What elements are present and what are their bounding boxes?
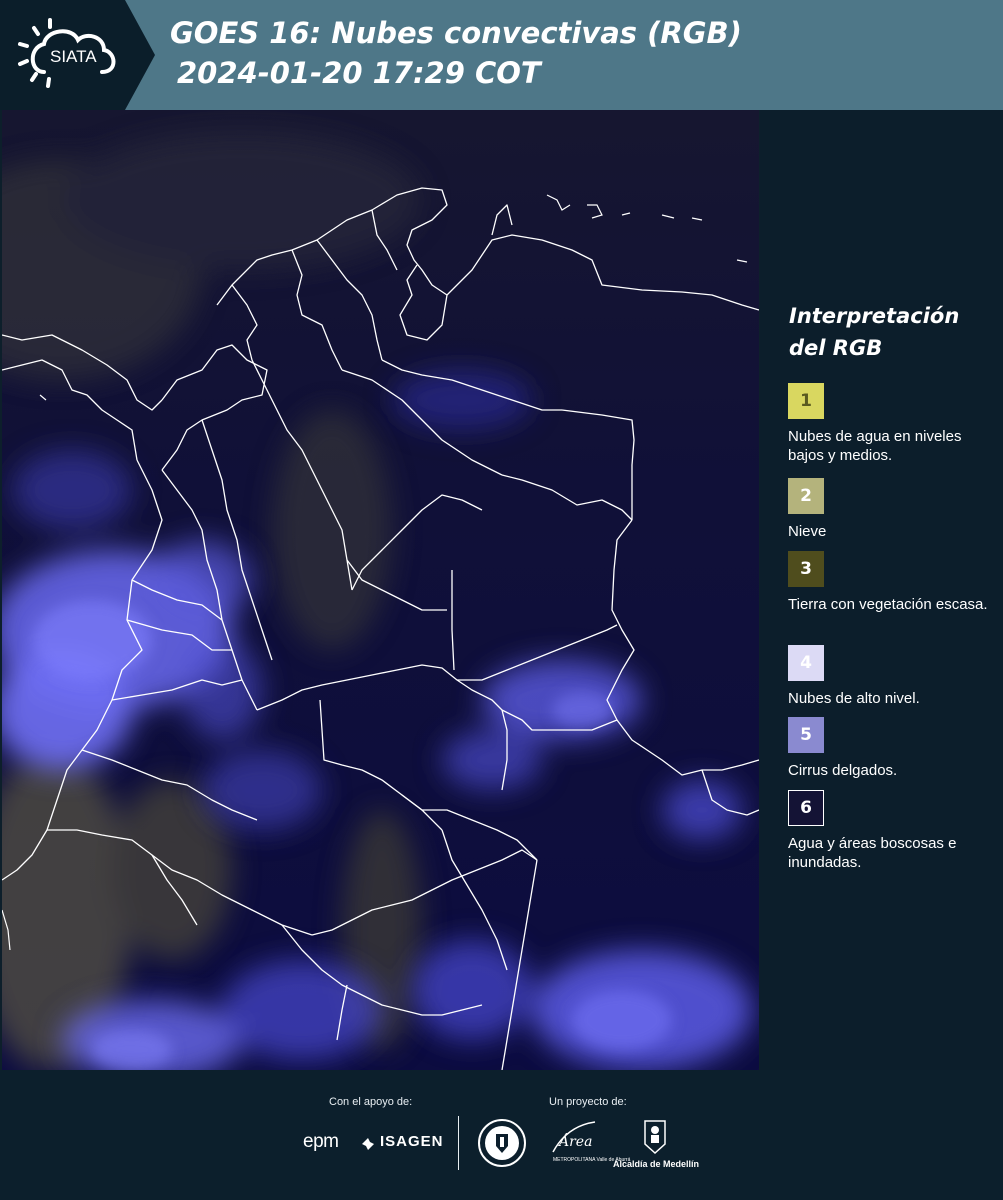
legend-swatch-1: 1 (788, 383, 824, 419)
footer-divider (458, 1116, 459, 1170)
legend-swatch-5: 5 (788, 717, 824, 753)
legend-label-2: Nieve (788, 523, 827, 540)
legend-item-4: 4 Nubes de alto nivel. (788, 645, 998, 708)
legend-label-4: Nubes de alto nivel. (788, 690, 920, 707)
alcaldia-shield-icon[interactable] (642, 1118, 668, 1156)
page-title: GOES 16: Nubes convectivas (RGB) (170, 16, 742, 50)
legend-item-1: 1 Nubes de agua en niveles bajos y medio… (788, 383, 998, 465)
legend-item-3: 3 Tierra con vegetación escasa. (788, 551, 998, 614)
siata-logo[interactable]: SIATA (0, 0, 155, 110)
medellin-seal-icon[interactable] (477, 1118, 527, 1168)
logo-text: SIATA (50, 47, 97, 66)
legend-item-5: 5 Cirrus delgados. (788, 717, 998, 780)
legend-label-5: Cirrus delgados. (788, 762, 898, 779)
legend-swatch-4: 4 (788, 645, 824, 681)
area-metropolitana-logo[interactable]: Área (549, 1118, 601, 1158)
satellite-map[interactable] (2, 110, 759, 1070)
legend-swatch-3: 3 (788, 551, 824, 587)
header-bar: SIATA GOES 16: Nubes convectivas (RGB) 2… (0, 0, 1003, 110)
legend-swatch-2: 2 (788, 478, 824, 514)
satellite-image (2, 110, 759, 1070)
legend-item-2: 2 Nieve (788, 478, 998, 541)
legend-label-6: Agua y áreas boscosas e inundadas. (788, 835, 957, 871)
alcaldia-label: Alcaldía de Medellín (613, 1159, 700, 1169)
legend-label-3: Tierra con vegetación escasa. (788, 596, 988, 613)
footer-bar: Con el apoyo de: Un proyecto de: epm ISA… (0, 1070, 1003, 1200)
legend-item-6: 6 Agua y áreas boscosas e inundadas. (788, 790, 998, 872)
area-logo-text: Área (557, 1132, 592, 1150)
epm-logo[interactable]: epm (303, 1131, 339, 1153)
legend-panel: Interpretación del RGB 1 Nubes de agua e… (760, 110, 1003, 1070)
legend-title: Interpretación del RGB (789, 304, 960, 360)
legend-swatch-6: 6 (788, 790, 824, 826)
isagen-logo-icon (362, 1138, 374, 1150)
support-label: Con el apoyo de: (329, 1096, 413, 1108)
legend-label-1: Nubes de agua en niveles bajos y medios. (788, 428, 962, 464)
isagen-logo[interactable]: ISAGEN (380, 1133, 444, 1150)
siata-sun-cloud-icon: SIATA (18, 18, 116, 88)
project-label: Un proyecto de: (549, 1096, 627, 1108)
page-timestamp: 2024-01-20 17:29 COT (177, 56, 541, 90)
